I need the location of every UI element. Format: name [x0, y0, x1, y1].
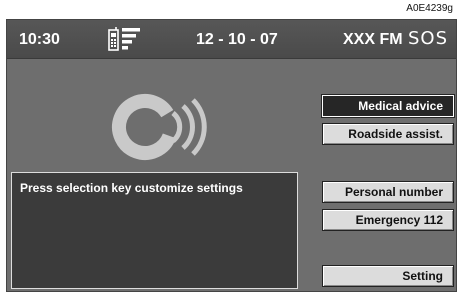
setting-button[interactable]: Setting — [322, 265, 454, 287]
sos-badge: SOS — [407, 28, 448, 49]
status-bar: 10:30 12 - 10 - 07 XXX FM SOS — [7, 20, 456, 59]
personal-number-button[interactable]: Personal number — [322, 181, 454, 203]
radio-station: XXX FM — [343, 31, 403, 48]
figure-code: A0E4239g — [406, 3, 453, 14]
clock-time: 10:30 — [19, 31, 60, 48]
current-date: 12 - 10 - 07 — [196, 31, 278, 48]
emergency-112-button[interactable]: Emergency 112 — [322, 209, 454, 231]
message-text: Press selection key customize settings — [20, 181, 243, 195]
roadside-assist-button[interactable]: Roadside assist. — [322, 123, 454, 145]
connect-service-icon — [112, 94, 207, 160]
display-screen: 10:30 12 - 10 - 07 XXX FM SOS Press sele… — [6, 19, 457, 292]
message-panel: Press selection key customize settings — [11, 172, 298, 289]
mobile-phone-signal-icon — [108, 27, 140, 51]
medical-advice-button[interactable]: Medical advice — [322, 95, 454, 117]
